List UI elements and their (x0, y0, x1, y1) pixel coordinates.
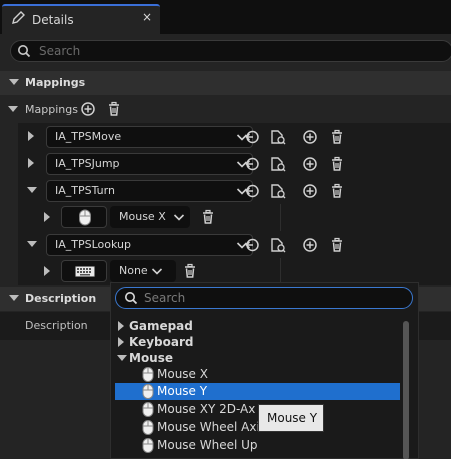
add-icon[interactable] (302, 129, 318, 145)
chevron-right-icon[interactable] (28, 158, 34, 168)
trash-icon[interactable] (329, 129, 345, 145)
dropdown-item-mouse-y[interactable]: Mouse Y (115, 383, 400, 400)
chevron-right-icon[interactable] (44, 266, 50, 276)
category-label: Mouse (129, 351, 174, 365)
mouse-icon (142, 420, 154, 435)
category-label: Gamepad (129, 319, 193, 333)
chevron-right-icon[interactable] (28, 131, 34, 141)
search-placeholder: Search (39, 44, 81, 58)
chevron-down-icon (173, 214, 185, 221)
trash-icon[interactable] (106, 101, 122, 117)
tab-title: Details (32, 13, 74, 27)
mappings-label: Mappings (25, 103, 78, 116)
category-title: Description (25, 292, 97, 305)
mappings-array-row: Mappings (0, 96, 451, 122)
keyboard-icon (75, 266, 95, 277)
use-selected-icon[interactable] (244, 183, 260, 199)
chevron-right-icon (118, 337, 124, 347)
use-selected-icon[interactable] (244, 129, 260, 145)
pencil-icon (12, 11, 25, 24)
chevron-down-icon (117, 355, 127, 361)
key-mapping-row: Mouse X (36, 204, 281, 231)
chevron-down-icon (151, 268, 163, 275)
close-icon[interactable]: × (140, 10, 154, 26)
action-name: IA_TPSMove (55, 130, 122, 143)
key-value: Mouse X (119, 210, 166, 223)
mappings-category[interactable]: Mappings (0, 71, 451, 95)
dropdown-scrollbar[interactable] (403, 321, 409, 459)
add-icon[interactable] (302, 183, 318, 199)
action-combo[interactable]: IA_TPSJump (46, 153, 253, 175)
mouse-icon (142, 402, 154, 417)
add-icon[interactable] (80, 101, 96, 117)
tooltip: Mouse Y (258, 404, 324, 432)
trash-icon[interactable] (182, 263, 198, 279)
action-combo[interactable]: IA_TPSMove (46, 126, 253, 148)
mouse-icon (79, 209, 91, 226)
key-value: None (119, 264, 148, 277)
dropdown-search-placeholder: Search (144, 291, 186, 305)
item-label: Mouse Wheel Up (157, 438, 258, 452)
use-selected-icon[interactable] (244, 156, 260, 172)
search-icon (125, 292, 138, 305)
chevron-down-icon (9, 295, 19, 301)
add-icon[interactable] (302, 237, 318, 253)
chevron-down-icon[interactable] (8, 106, 18, 112)
key-combo[interactable]: None (110, 260, 176, 282)
key-mapping-row: None (36, 258, 281, 285)
key-combo[interactable]: Mouse X (110, 206, 190, 228)
dropdown-search-input[interactable]: Search (115, 287, 413, 309)
key-selector-button[interactable] (61, 260, 107, 282)
mapping-row: IA_TPSMove (18, 123, 451, 150)
trash-icon[interactable] (329, 237, 345, 253)
action-name: IA_TPSLookup (55, 238, 131, 251)
browse-asset-icon[interactable] (270, 129, 286, 145)
add-icon[interactable] (302, 156, 318, 172)
dropdown-category-mouse[interactable]: Mouse (115, 350, 400, 367)
description-label: Description (25, 319, 88, 332)
trash-icon[interactable] (329, 156, 345, 172)
mouse-icon (142, 367, 154, 382)
action-combo[interactable]: IA_TPSLookup (46, 234, 253, 256)
mapping-row: IA_TPSJump (18, 150, 451, 177)
action-name: IA_TPSTurn (55, 184, 115, 197)
item-label: Mouse Wheel Axi (157, 420, 260, 434)
key-dropdown: Search Gamepad Keyboard Mouse Mouse X Mo… (110, 282, 419, 459)
chevron-down-icon (9, 79, 19, 85)
search-input[interactable]: Search (10, 40, 451, 62)
trash-icon[interactable] (200, 209, 216, 225)
item-label: Mouse X (157, 367, 208, 381)
action-combo[interactable]: IA_TPSTurn (46, 180, 253, 202)
use-selected-icon[interactable] (244, 237, 260, 253)
key-selector-button[interactable] (61, 206, 107, 228)
chevron-right-icon[interactable] (44, 212, 50, 222)
tooltip-text: Mouse Y (267, 411, 318, 425)
mouse-icon (142, 438, 154, 453)
trash-icon[interactable] (329, 183, 345, 199)
chevron-down-icon[interactable] (27, 241, 37, 247)
action-name: IA_TPSJump (55, 157, 120, 170)
browse-asset-icon[interactable] (270, 183, 286, 199)
dropdown-item-mouse-x[interactable]: Mouse X (115, 366, 400, 383)
details-tab[interactable]: Details × (2, 4, 160, 34)
mapping-row: IA_TPSLookup (18, 231, 451, 258)
browse-asset-icon[interactable] (270, 237, 286, 253)
dropdown-category-gamepad[interactable]: Gamepad (115, 318, 400, 335)
category-label: Keyboard (129, 335, 194, 349)
chevron-down-icon[interactable] (27, 187, 37, 193)
item-label: Mouse XY 2D-Ax (157, 402, 256, 416)
chevron-right-icon (118, 321, 124, 331)
mouse-icon (142, 384, 154, 399)
search-icon (18, 45, 31, 58)
dropdown-category-keyboard[interactable]: Keyboard (115, 334, 400, 351)
category-title: Mappings (25, 76, 86, 89)
browse-asset-icon[interactable] (270, 156, 286, 172)
item-label: Mouse Y (157, 384, 208, 398)
mapping-row: IA_TPSTurn (18, 177, 451, 204)
dropdown-item-mouse-wheel-up[interactable]: Mouse Wheel Up (115, 437, 400, 454)
